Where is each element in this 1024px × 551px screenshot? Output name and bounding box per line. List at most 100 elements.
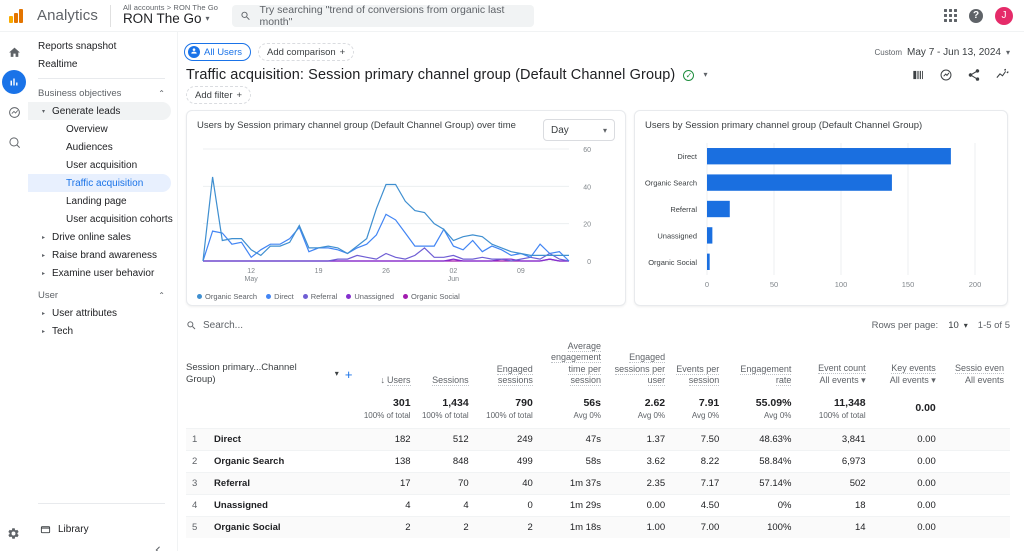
sidebar-item-generate-leads[interactable]: ▾ Generate leads [28,102,171,120]
legend-swatch [302,294,308,299]
sidebar-item-raise-brand-awareness[interactable]: ▸ Raise brand awareness [28,246,177,264]
sidebar-item-audiences[interactable]: Audiences [28,138,177,156]
bar-referral[interactable] [707,200,730,218]
column-header-sublabel[interactable]: All events ▾ [872,375,936,386]
sidebar-item-label: Library [58,524,89,535]
chevron-down-icon[interactable]: ▾ [704,70,708,79]
chevron-up-icon[interactable]: ⌃ [158,89,165,98]
triangle-right-icon[interactable]: ▸ [42,252,52,259]
granularity-select[interactable]: Day ▾ [543,119,615,141]
column-header-engaged-sessions[interactable]: Engaged sessions [475,336,539,392]
triangle-right-icon[interactable]: ▸ [42,270,52,277]
sidebar-item-user-acquisition-cohorts[interactable]: User acquisition cohorts [28,210,177,228]
sidebar-item-traffic-acquisition[interactable]: Traffic acquisition [28,174,171,192]
column-header-engaged-per-user[interactable]: Engaged sessions per user [607,336,671,392]
column-header-session-key-events[interactable]: Sessio even All events [942,336,1010,392]
triangle-right-icon[interactable]: ▸ [42,328,52,335]
bar-category-label: Organic Search [645,179,697,188]
compare-icon[interactable] [911,68,925,82]
sidebar-item-user-acquisition[interactable]: User acquisition [28,156,177,174]
sidebar-item-examine-user-behavior[interactable]: ▸ Examine user behavior [28,264,177,282]
sidebar-item-label: Drive online sales [52,231,131,243]
table-row[interactable]: 4 Unassigned 4 4 0 1m 29s 0.00 4.50 0% 18 0.00 [186,494,1010,517]
search-input[interactable]: Try searching "trend of conversions from… [232,4,535,28]
sidebar-item-drive-online-sales[interactable]: ▸ Drive online sales [28,228,177,246]
add-comparison-button[interactable]: Add comparison + [258,43,355,61]
property-name-row: RON The Go ▾ [123,12,218,26]
add-filter-button[interactable]: Add filter + [186,86,252,104]
date-range-selector[interactable]: Custom May 7 - Jun 13, 2024 ▾ [874,47,1024,58]
table-cell: 58s [538,450,607,473]
avatar[interactable]: J [995,6,1013,25]
customize-icon[interactable] [995,67,1010,82]
sidebar-item-business-objectives[interactable]: Business objectives ⌃ [28,84,177,102]
legend-label: Direct [274,292,294,301]
column-header-events-per-session[interactable]: Events per session [671,336,725,392]
sidebar-collapse-button[interactable] [28,545,177,551]
insights-icon[interactable] [939,68,953,82]
advertising-icon[interactable] [2,130,26,154]
table-cell: 2 [358,516,417,539]
reports-icon[interactable] [2,70,26,94]
home-icon[interactable] [2,40,26,64]
triangle-down-icon[interactable]: ▾ [42,108,52,115]
share-icon[interactable] [967,68,981,82]
legend-item[interactable]: Unassigned [346,292,394,301]
column-header-sublabel[interactable]: All events ▾ [797,375,866,386]
top-bar: Analytics All accounts > RON The Go RON … [0,0,1024,32]
row-dimension-name[interactable]: Referral [208,472,359,495]
table-cell: 14 [797,516,872,539]
account-selector[interactable]: All accounts > RON The Go RON The Go ▾ [123,4,218,26]
legend-item[interactable]: Direct [266,292,294,301]
table-row[interactable]: 5 Organic Social 2 2 2 1m 18s 1.00 7.00 100% 14 0.… [186,516,1010,539]
column-header-sublabel[interactable]: All events [942,375,1004,386]
table-row[interactable]: 3 Referral 17 70 40 1m 37s 2.35 7.17 57.14% 502 0.… [186,472,1010,495]
table-row[interactable]: 1 Direct 182 512 249 47s 1.37 7.50 48.63% 3,841 0.… [186,428,1010,451]
apps-grid-icon[interactable] [944,9,957,22]
add-dimension-button[interactable]: + [345,368,353,381]
triangle-right-icon[interactable]: ▸ [42,310,52,317]
table-search-input[interactable]: Search... [186,320,243,331]
help-icon[interactable]: ? [969,8,983,23]
sidebar-item-library[interactable]: Library [28,524,89,535]
column-header-users[interactable]: ↓ Users [358,336,416,392]
sidebar-item-reports-snapshot[interactable]: Reports snapshot [28,37,177,55]
table-cell: 1m 29s [538,494,607,517]
row-dimension-name[interactable]: Organic Social [208,516,359,539]
chevron-down-icon[interactable]: ▾ [205,14,209,23]
row-dimension-name[interactable]: Unassigned [208,494,359,517]
all-users-chip[interactable]: All Users [184,43,252,61]
bar-unassigned[interactable] [707,227,713,244]
sidebar-item-user-attributes[interactable]: ▸ User attributes [28,304,177,322]
legend-item[interactable]: Referral [302,292,337,301]
bar-organic-search[interactable] [707,174,892,191]
sidebar-item-label: Tech [52,325,74,337]
legend-item[interactable]: Organic Search [197,292,257,301]
sidebar-item-overview[interactable]: Overview [28,120,177,138]
bar-direct[interactable] [707,148,951,165]
column-header-engagement-rate[interactable]: Engagement rate [725,336,797,392]
rows-per-page-select[interactable]: 10 ▾ [948,320,968,331]
sidebar-item-realtime[interactable]: Realtime [28,55,177,73]
triangle-right-icon[interactable]: ▸ [42,234,52,241]
table-row[interactable]: 2 Organic Search 138 848 499 58s 3.62 8.22 58.84… [186,450,1010,473]
analytics-logo-icon [9,8,27,23]
column-header-key-events[interactable]: Key events All events ▾ [872,336,942,392]
gear-icon[interactable] [7,527,20,543]
row-dimension-name[interactable]: Direct [208,428,359,451]
chevron-up-icon[interactable]: ⌃ [158,291,165,300]
sidebar-item-user[interactable]: User ⌃ [28,286,177,304]
sidebar-item-tech[interactable]: ▸ Tech [28,322,177,340]
column-header-avg-engagement-time[interactable]: Average engagement time per session [539,336,607,392]
legend-swatch [403,294,408,299]
legend-item[interactable]: Organic Social [403,292,460,301]
totals-cell: 56s Avg 0% [539,392,607,429]
column-header-event-count[interactable]: Event count All events ▾ [797,336,871,392]
row-dimension-name[interactable]: Organic Search [208,450,359,473]
column-header-sessions[interactable]: Sessions [417,336,475,392]
bar-organic-social[interactable] [707,253,710,270]
explore-icon[interactable] [2,100,26,124]
sidebar-item-landing-page[interactable]: Landing page [28,192,177,210]
chevron-down-icon[interactable]: ▾ [335,369,339,379]
table-cell: 0.00 [871,428,942,451]
